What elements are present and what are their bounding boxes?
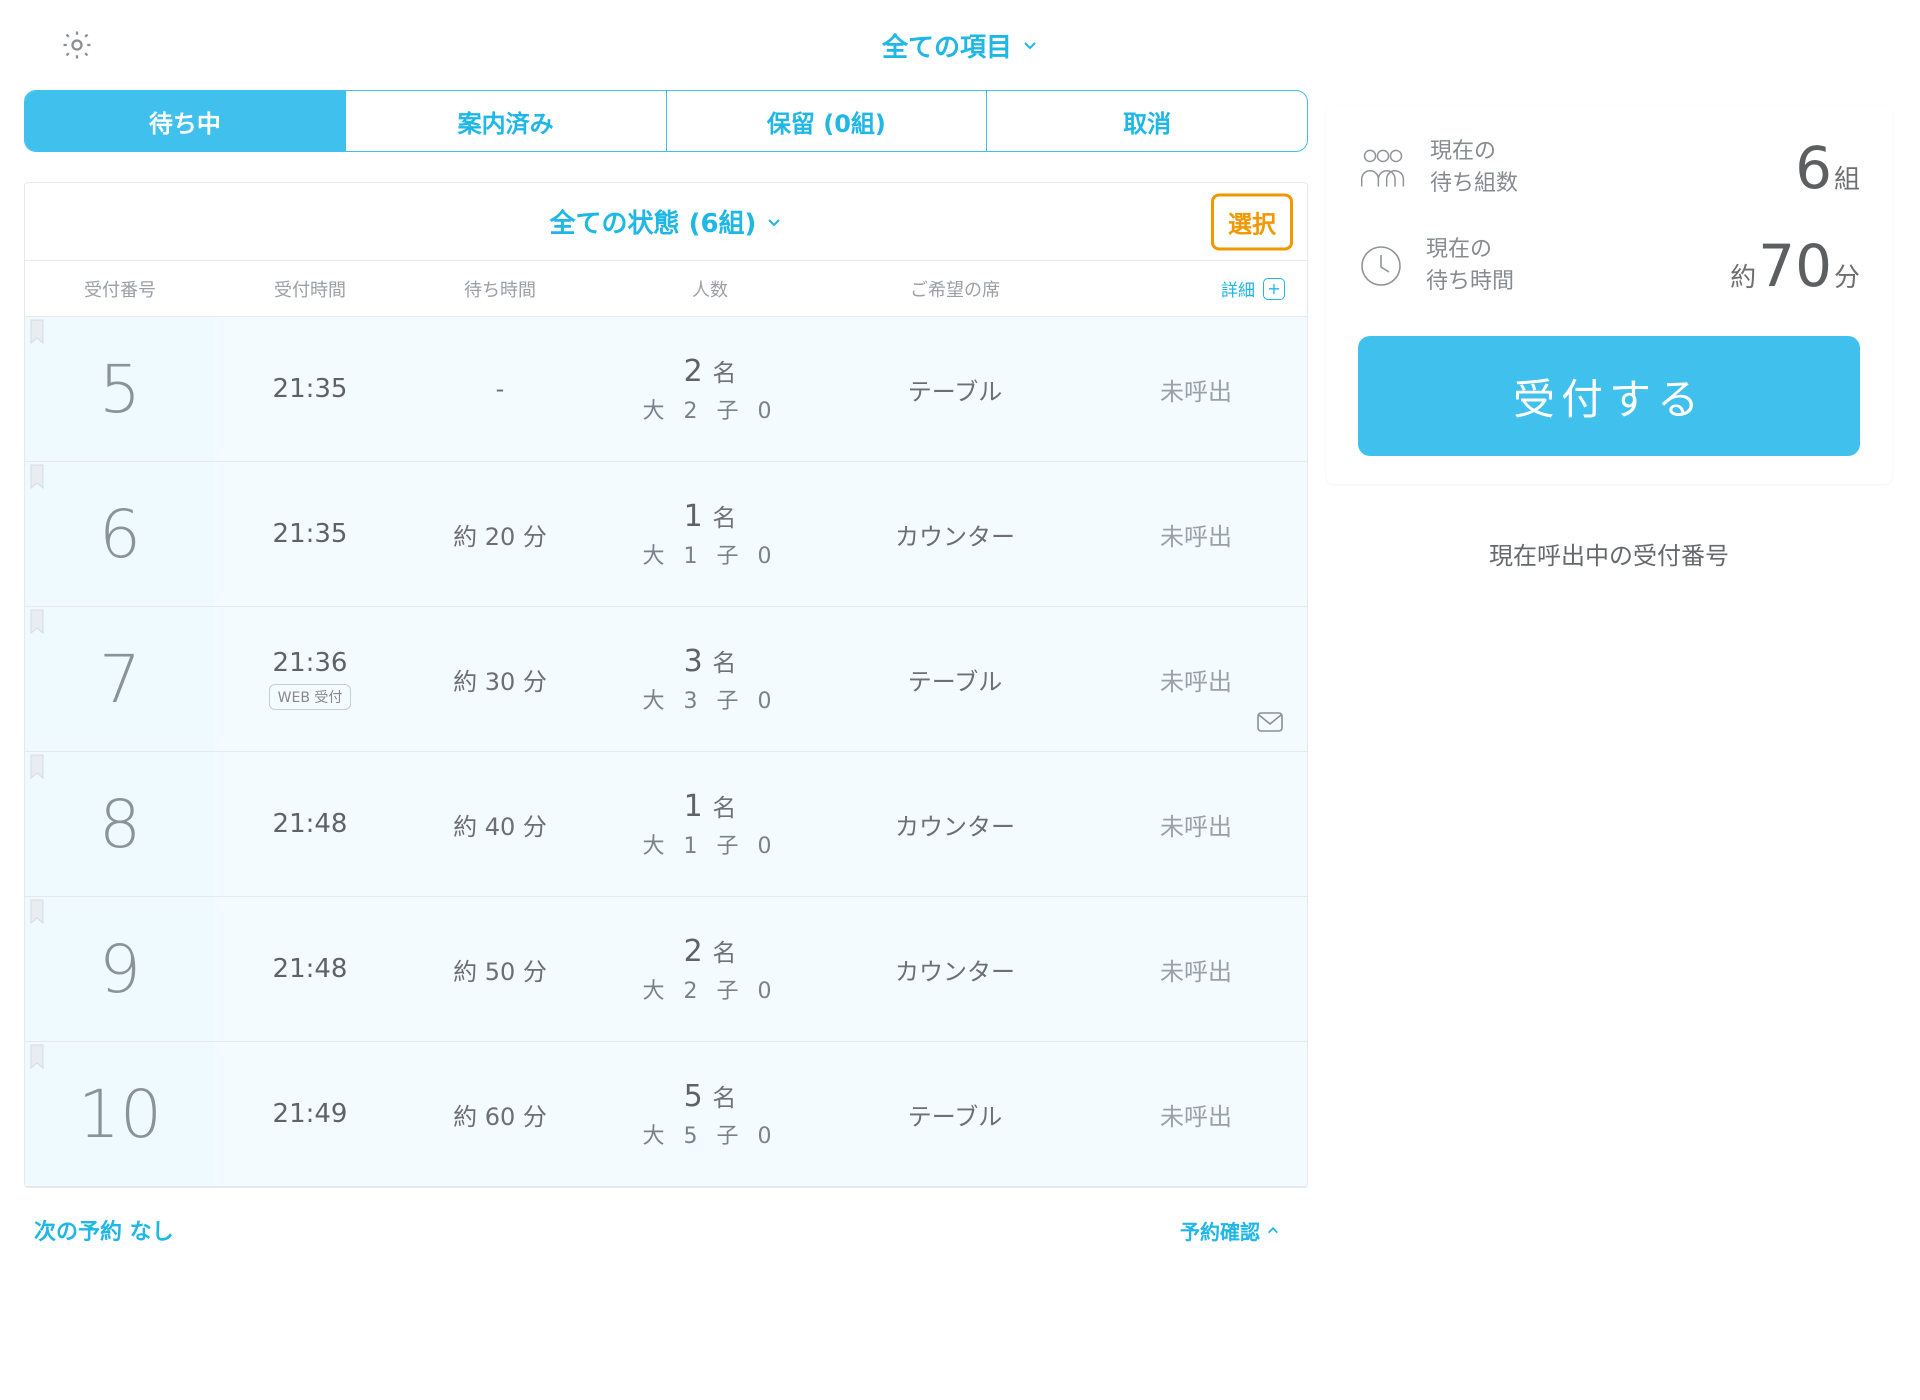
row-seat-pref: カウンター [825, 807, 1085, 842]
row-seat-pref: テーブル [825, 662, 1085, 697]
row-status: 未呼出 [1085, 372, 1307, 407]
row-seat-pref: カウンター [825, 517, 1085, 552]
stat-wait-l2: 待ち時間 [1426, 266, 1514, 298]
mail-icon[interactable] [1257, 712, 1283, 737]
stat-groups-value: 6 [1795, 134, 1832, 202]
row-recv-time: 21:35 [215, 519, 405, 549]
row-status: 未呼出 [1085, 517, 1307, 552]
row-seat-pref: テーブル [825, 372, 1085, 407]
people-icon [1358, 144, 1408, 192]
row-wait-time: 約 60 分 [405, 1097, 595, 1132]
table-row[interactable]: 9 21:48約 50 分2 名大 2 子 0カウンター未呼出 [25, 897, 1307, 1042]
stat-wait-l1: 現在の [1426, 234, 1514, 266]
row-recv-time: 21:35 [215, 374, 405, 404]
row-number: 9 [99, 931, 141, 1008]
row-status: 未呼出 [1085, 1097, 1307, 1132]
state-filter-label: 全ての状態 (6組) [550, 203, 757, 240]
row-number-cell: 5 [25, 317, 215, 461]
row-recv-time: 21:48 [215, 809, 405, 839]
row-number-cell: 10 [25, 1042, 215, 1186]
row-party: 2 名大 2 子 0 [595, 353, 825, 425]
state-filter-dropdown[interactable]: 全ての状態 (6組) [25, 203, 1307, 240]
row-number-cell: 8 [25, 752, 215, 896]
row-number: 8 [99, 786, 141, 863]
tab-seated[interactable]: 案内済み [346, 91, 667, 151]
row-number-cell: 6 [25, 462, 215, 606]
stat-wait-value: 70 [1758, 232, 1832, 300]
row-number: 6 [99, 496, 141, 573]
gear-icon[interactable] [60, 28, 94, 62]
row-recv-time: 21:48 [215, 954, 405, 984]
row-party: 1 名大 1 子 0 [595, 498, 825, 570]
table-row[interactable]: 8 21:48約 40 分1 名大 1 子 0カウンター未呼出 [25, 752, 1307, 897]
row-recv-time: 21:49 [215, 1099, 405, 1129]
table-row[interactable]: 10 21:49約 60 分5 名大 5 子 0テーブル未呼出 [25, 1042, 1307, 1187]
row-recv-time: 21:36WEB 受付 [215, 648, 405, 710]
row-party: 1 名大 1 子 0 [595, 788, 825, 860]
row-seat-pref: カウンター [825, 952, 1085, 987]
table-row[interactable]: 5 21:35-2 名大 2 子 0テーブル未呼出 [25, 317, 1307, 462]
row-number: 7 [99, 641, 141, 718]
stat-current-wait: 現在の 待ち時間 約 70 分 [1358, 232, 1860, 300]
web-reception-tag: WEB 受付 [269, 684, 352, 710]
col-party: 人数 [595, 276, 825, 302]
table-row[interactable]: 6 21:35約 20 分1 名大 1 子 0カウンター未呼出 [25, 462, 1307, 607]
stat-wait-suffix: 分 [1834, 257, 1860, 294]
stat-groups-l2: 待ち組数 [1430, 168, 1518, 200]
row-status: 未呼出 [1085, 662, 1307, 697]
table-row[interactable]: 7 21:36WEB 受付約 30 分3 名大 3 子 0テーブル未呼出 [25, 607, 1307, 752]
stat-current-groups: 現在の 待ち組数 6 組 [1358, 134, 1860, 202]
chevron-up-icon [1266, 1223, 1280, 1237]
select-button[interactable]: 選択 [1211, 193, 1293, 250]
chevron-down-icon [766, 214, 782, 230]
col-detail-toggle[interactable]: 詳細 + [1085, 276, 1307, 301]
row-number-cell: 9 [25, 897, 215, 1041]
row-number: 5 [99, 351, 141, 428]
tab-waiting[interactable]: 待ち中 [25, 91, 346, 151]
row-number: 10 [78, 1076, 162, 1153]
row-wait-time: 約 20 分 [405, 517, 595, 552]
chevron-down-icon [1022, 37, 1038, 53]
row-number-cell: 7 [25, 607, 215, 751]
tab-hold[interactable]: 保留 (0組) [667, 91, 988, 151]
row-wait-time: 約 40 分 [405, 807, 595, 842]
stat-wait-prefix: 約 [1730, 257, 1756, 294]
top-filter-dropdown[interactable]: 全ての項目 [882, 27, 1038, 64]
waiting-list: 521:35-2 名大 2 子 0テーブル未呼出621:35約 20 分1 名大… [25, 317, 1307, 1187]
plus-icon: + [1263, 278, 1285, 300]
row-party: 3 名大 3 子 0 [595, 643, 825, 715]
col-recv-time: 受付時間 [215, 276, 405, 302]
calling-title: 現在呼出中の受付番号 [1358, 536, 1860, 571]
clock-icon [1358, 243, 1404, 289]
col-number: 受付番号 [25, 276, 215, 302]
stat-groups-l1: 現在の [1430, 136, 1518, 168]
row-wait-time: - [405, 375, 595, 403]
row-party: 5 名大 5 子 0 [595, 1078, 825, 1150]
row-status: 未呼出 [1085, 952, 1307, 987]
top-filter-label: 全ての項目 [882, 27, 1012, 64]
tab-cancel[interactable]: 取消 [987, 91, 1307, 151]
row-seat-pref: テーブル [825, 1097, 1085, 1132]
row-wait-time: 約 50 分 [405, 952, 595, 987]
row-status: 未呼出 [1085, 807, 1307, 842]
stat-groups-suffix: 組 [1834, 159, 1860, 196]
register-button[interactable]: 受付する [1358, 336, 1860, 456]
calling-panel: 現在呼出中の受付番号 [1326, 506, 1892, 1146]
row-wait-time: 約 30 分 [405, 662, 595, 697]
col-seat: ご希望の席 [825, 276, 1085, 302]
column-headers: 受付番号 受付時間 待ち時間 人数 ご希望の席 詳細 + [25, 261, 1307, 317]
status-tabs: 待ち中 案内済み 保留 (0組) 取消 [24, 90, 1308, 152]
col-wait-time: 待ち時間 [405, 276, 595, 302]
reservation-confirm-toggle[interactable]: 予約確認 [1180, 1216, 1280, 1245]
next-reservation-label: 次の予約 なし [34, 1214, 174, 1246]
row-party: 2 名大 2 子 0 [595, 933, 825, 1005]
